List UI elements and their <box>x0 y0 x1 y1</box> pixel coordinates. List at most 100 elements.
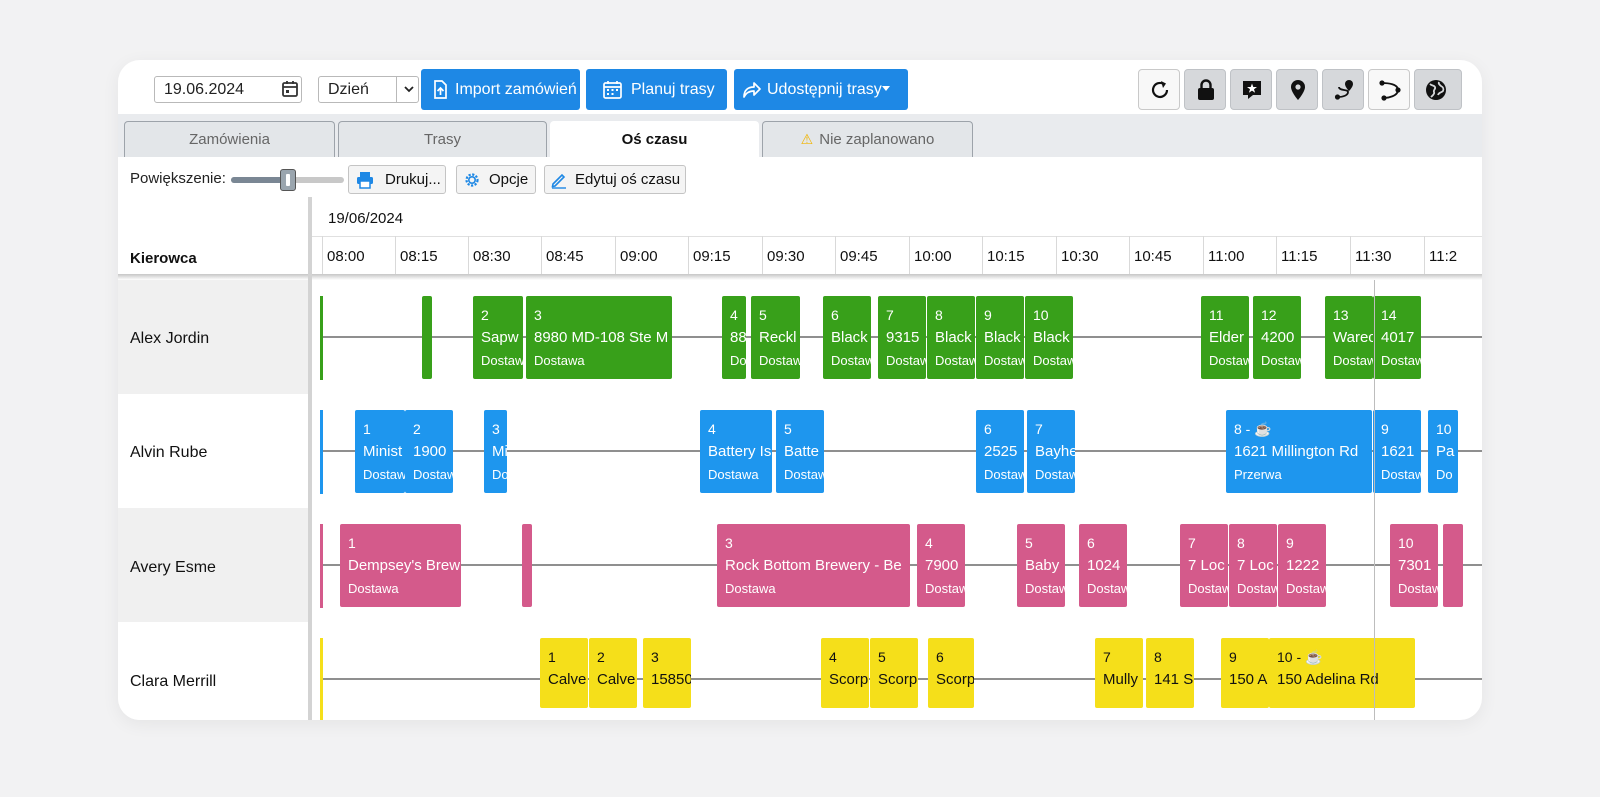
time-tick-line <box>1203 236 1204 274</box>
stop-block[interactable]: 14 4017 Dostawa <box>1373 296 1421 379</box>
stop-block[interactable]: 1 Minist Dostawa <box>355 410 405 493</box>
stop-block[interactable]: 10 - ☕ 150 Adelina Rd <box>1269 638 1415 708</box>
stop-block[interactable]: 9 1222 Dostawa <box>1278 524 1326 607</box>
print-button[interactable]: Drukuj... <box>348 165 446 194</box>
calendar-plan-icon <box>603 81 622 99</box>
stop-block[interactable]: 2 Calve <box>589 638 637 708</box>
stop-block[interactable]: 8 - ☕ 1621 Millington Rd Przerwa <box>1226 410 1372 493</box>
stop-block[interactable]: 3 8980 MD-108 Ste M Dostawa <box>526 296 672 379</box>
stop-block[interactable]: 8 Black Dostawa <box>927 296 975 379</box>
calendar-icon[interactable] <box>280 79 300 99</box>
stop-block[interactable]: 1 Dempsey's Brew Dostawa <box>340 524 461 607</box>
stop-block[interactable]: 3 Mi Do <box>484 410 507 493</box>
stop-block[interactable]: 10 Black Dostawa <box>1025 296 1073 379</box>
stop-block[interactable]: 3 Rock Bottom Brewery - Be Dostawa <box>717 524 910 607</box>
stop-block[interactable]: 11 Elder Dostawa <box>1201 296 1249 379</box>
route-button[interactable] <box>1368 69 1410 110</box>
driver-name[interactable]: Avery Esme <box>130 559 216 577</box>
stop-address: 7 Loc <box>1188 557 1225 574</box>
tab-orders[interactable]: Zamówienia <box>124 121 335 157</box>
stop-block[interactable]: 6 Scorp <box>928 638 974 708</box>
tab-unscheduled-label: Nie zaplanowano <box>819 131 935 148</box>
stop-block[interactable]: 8 7 Loc Dostawa <box>1229 524 1277 607</box>
stop-block[interactable] <box>422 296 432 379</box>
stop-block[interactable]: 7 Mully <box>1095 638 1143 708</box>
favorites-button[interactable] <box>1230 69 1272 110</box>
route-pin-button[interactable] <box>1322 69 1364 110</box>
zoom-label: Powiększenie: <box>130 170 226 187</box>
driver-name[interactable]: Alex Jordin <box>130 330 209 348</box>
route-start-marker <box>320 410 323 494</box>
stop-number: 7 <box>1103 649 1111 665</box>
plan-routes-button[interactable]: Planuj trasy <box>586 69 727 110</box>
options-button[interactable]: Opcje <box>456 165 536 194</box>
stop-block[interactable]: 4 Battery Is Dostawa <box>700 410 772 493</box>
current-time-line <box>1374 280 1375 720</box>
stop-block[interactable]: 4 7900 Dostawa <box>917 524 965 607</box>
stop-block[interactable]: 12 4200 Dostawa <box>1253 296 1301 379</box>
lock-button[interactable] <box>1184 69 1226 110</box>
stop-block[interactable]: 9 Black Dostawa <box>976 296 1024 379</box>
stop-type: Dostawa <box>984 467 1024 482</box>
stop-block[interactable]: 5 Batte Dostawa <box>776 410 824 493</box>
stop-type: Dostawa <box>1188 581 1228 596</box>
globe-button[interactable] <box>1414 69 1462 110</box>
stop-block[interactable]: 5 Scorp <box>870 638 918 708</box>
stop-number: 8 - ☕ <box>1234 421 1272 437</box>
stop-block[interactable]: 8 141 S <box>1146 638 1194 708</box>
route-start-marker <box>320 296 323 380</box>
stop-address: 8980 MD-108 Ste M <box>534 329 669 346</box>
stop-block[interactable]: 6 1024 Dostawa <box>1079 524 1127 607</box>
import-orders-button[interactable]: Import zamówień <box>421 69 580 110</box>
time-tick-label: 10:30 <box>1061 248 1099 265</box>
plan-routes-label: Planuj trasy <box>631 81 715 98</box>
stop-block[interactable]: 9 1621 Dostawa <box>1373 410 1421 493</box>
stop-block[interactable]: 4 Scorp <box>821 638 869 708</box>
stop-address: 1024 <box>1087 557 1121 574</box>
stop-block[interactable]: 5 Reckl Dostawa <box>751 296 800 379</box>
stop-block[interactable]: 10 Pa Do <box>1428 410 1458 493</box>
stop-block[interactable]: 4 88 Do <box>722 296 746 379</box>
time-tick-label: 10:00 <box>914 248 952 265</box>
stop-block[interactable]: 3 15850 <box>643 638 691 708</box>
stop-type: Dostawa <box>725 581 776 596</box>
stop-block[interactable]: 5 Baby Dostawa <box>1017 524 1065 607</box>
stop-block[interactable]: 7 7 Loc Dostawa <box>1180 524 1228 607</box>
stop-number: 6 <box>831 307 839 323</box>
stop-block[interactable] <box>1443 524 1463 607</box>
driver-column-label: Kierowca <box>130 250 197 267</box>
zoom-slider-handle[interactable] <box>279 169 296 191</box>
stop-number: 8 <box>1154 649 1162 665</box>
stop-block[interactable]: 7 9315 Dostawa <box>878 296 926 379</box>
stop-block[interactable]: 9 150 A <box>1221 638 1269 708</box>
stop-number: 9 <box>1381 421 1389 437</box>
stop-type: Przerwa <box>1234 467 1282 482</box>
driver-name[interactable]: Clara Merrill <box>130 673 216 691</box>
stop-block[interactable]: 6 Black Dostawa <box>823 296 871 379</box>
refresh-icon <box>1151 81 1169 99</box>
time-tick-line <box>395 236 396 274</box>
stop-address: Scorp <box>936 671 974 688</box>
refresh-button[interactable] <box>1138 69 1180 110</box>
tab-unscheduled[interactable]: ⚠ Nie zaplanowano <box>762 121 973 157</box>
stop-block[interactable]: 2 1900 Dostawa <box>405 410 453 493</box>
stop-type: Dostawa <box>534 353 585 368</box>
column-splitter[interactable] <box>308 197 312 720</box>
stop-block[interactable]: 1 Calve <box>540 638 588 708</box>
edit-timeline-label: Edytuj oś czasu <box>575 171 681 188</box>
stop-type: Dostawa <box>1398 581 1438 596</box>
stop-block[interactable]: 13 Warec Dostawa <box>1325 296 1373 379</box>
stop-block[interactable]: 7 Bayhe Dostawa <box>1027 410 1075 493</box>
tab-routes[interactable]: Trasy <box>338 121 547 157</box>
view-select[interactable]: Dzień <box>318 76 419 103</box>
share-routes-button[interactable]: Udostępnij trasy <box>734 69 908 110</box>
stop-block[interactable]: 10 7301 Dostawa <box>1390 524 1438 607</box>
stop-block[interactable] <box>522 524 532 607</box>
map-pin-button[interactable] <box>1276 69 1318 110</box>
stop-block[interactable]: 2 Sapw Dostawa <box>473 296 523 379</box>
driver-name[interactable]: Alvin Rube <box>130 444 207 462</box>
stop-block[interactable]: 6 2525 Dostawa <box>976 410 1024 493</box>
stop-number: 4 <box>829 649 837 665</box>
edit-timeline-button[interactable]: Edytuj oś czasu <box>544 165 686 194</box>
tab-timeline[interactable]: Oś czasu <box>550 121 759 157</box>
